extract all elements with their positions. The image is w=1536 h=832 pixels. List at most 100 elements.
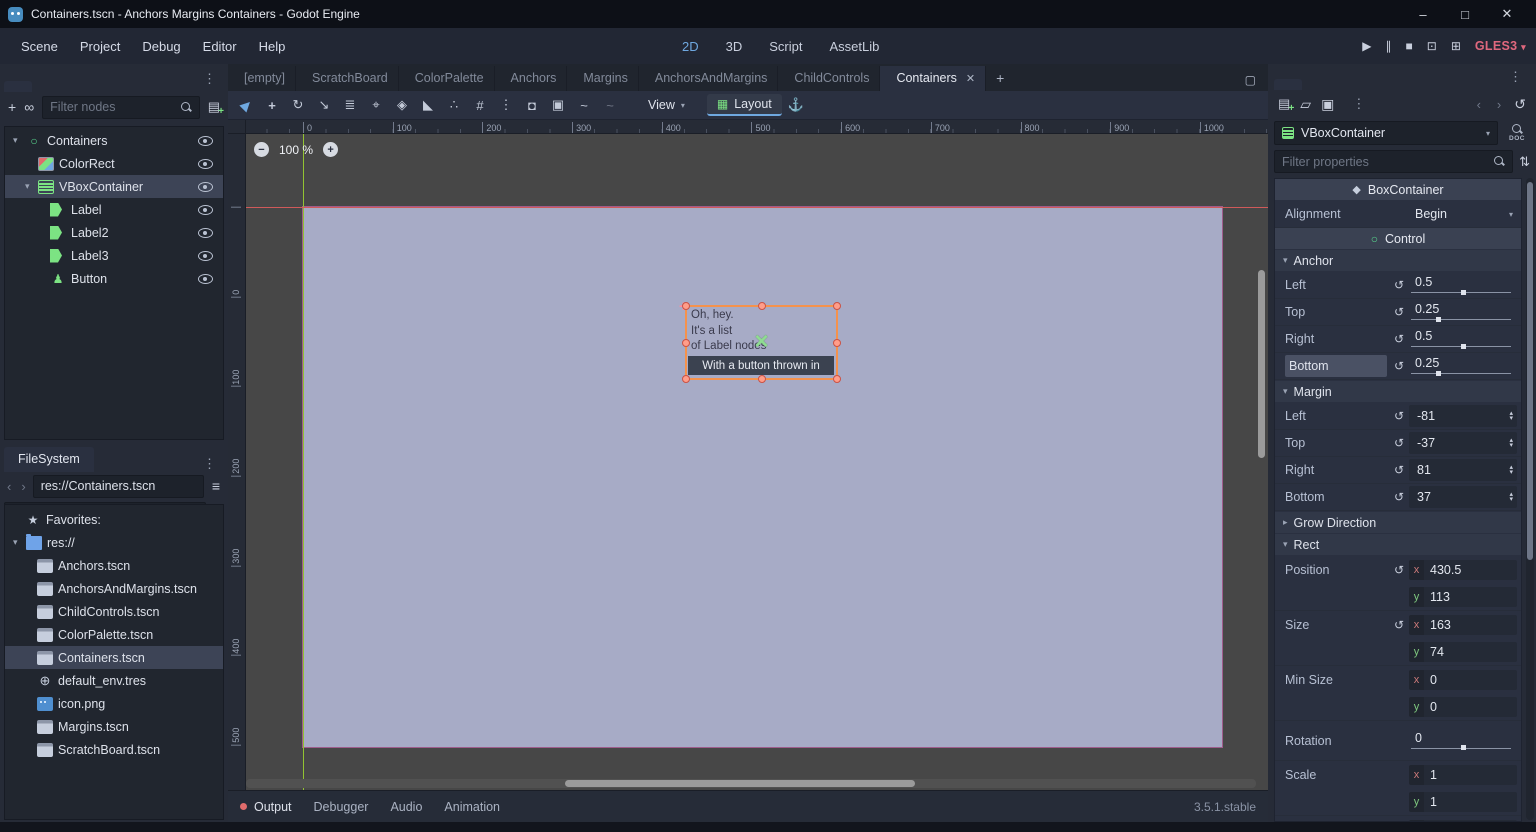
history-back-icon[interactable]: ‹ (4, 479, 14, 494)
new-scene-tab-icon[interactable]: + (986, 65, 1014, 91)
size-y-value[interactable]: 74 (1424, 642, 1517, 662)
revert-icon[interactable]: ↺ (1389, 436, 1409, 450)
load-resource-folder-icon[interactable]: ▱ (1300, 96, 1311, 113)
move-tool-icon[interactable]: + (260, 93, 284, 117)
close-tab-icon[interactable]: ✕ (966, 72, 975, 85)
select-tool-icon[interactable]: ▶ (229, 88, 263, 122)
value-slider[interactable] (1411, 346, 1511, 347)
scale-tool-icon[interactable]: ↘ (312, 93, 336, 117)
position-y-value[interactable]: 113 (1424, 587, 1517, 607)
visibility-eye-icon[interactable] (198, 251, 213, 261)
property-value[interactable]: -81 (1417, 409, 1509, 423)
selected-node-bounds[interactable]: + Oh, hey. It's a list of Label nodes × … (685, 305, 838, 380)
scale-y-value[interactable]: 1 (1424, 792, 1517, 812)
resize-handle[interactable] (833, 339, 841, 347)
context-button[interactable]: AssetLib (815, 34, 888, 59)
alignment-dropdown[interactable]: Begin ▾ (1409, 207, 1517, 221)
visibility-eye-icon[interactable] (198, 182, 213, 192)
resize-handle[interactable] (682, 375, 690, 383)
revert-icon[interactable]: ↺ (1389, 556, 1409, 610)
file-row[interactable]: icon.png (5, 692, 223, 715)
value-slider[interactable] (1411, 373, 1511, 374)
res-root-row[interactable]: ▾ res:// (5, 531, 223, 554)
open-docs-button[interactable]: DOC (1504, 121, 1530, 145)
revert-icon[interactable]: ↺ (1389, 611, 1409, 665)
visibility-eye-icon[interactable] (198, 159, 213, 169)
property-field[interactable]: 37 ▴▾ (1409, 486, 1517, 508)
maximize-button[interactable]: □ (1444, 1, 1486, 27)
new-resource-icon[interactable]: ▤ (1278, 96, 1290, 112)
ruler-tool-icon[interactable]: ◣ (416, 93, 440, 117)
position-x-value[interactable]: 430.5 (1424, 560, 1517, 580)
expand-chevron-icon[interactable]: ▾ (13, 135, 26, 146)
rotate-tool-icon[interactable]: ↻ (286, 93, 310, 117)
lock-object-icon[interactable]: ◘ (520, 93, 544, 117)
history-icon[interactable]: ↺ (1514, 96, 1526, 113)
property-value[interactable]: 0.25 (1415, 302, 1439, 316)
property-field[interactable]: 0.25 (1409, 354, 1517, 378)
dock-tab[interactable] (1274, 79, 1302, 90)
menu-item[interactable]: Debug (131, 33, 191, 60)
scene-tree-row[interactable]: ColorRect (5, 152, 223, 175)
file-row[interactable]: ColorPalette.tscn (5, 623, 223, 646)
anchor-icon[interactable]: ⚓ (784, 93, 808, 117)
revert-icon[interactable]: ↺ (1389, 332, 1409, 346)
menu-item[interactable]: Editor (192, 33, 248, 60)
zoom-out-button[interactable]: − (254, 142, 269, 157)
scene-tab[interactable]: Margins ✕ (567, 66, 638, 91)
close-button[interactable]: ✕ (1486, 1, 1528, 27)
context-button[interactable]: 3D (712, 34, 752, 59)
revert-icon[interactable]: ↺ (1389, 278, 1409, 292)
size-x-value[interactable]: 163 (1424, 615, 1517, 635)
group-object-icon[interactable]: ▣ (546, 93, 570, 117)
value-slider[interactable] (1411, 319, 1511, 320)
property-field[interactable]: 81 ▴▾ (1409, 459, 1517, 481)
play-custom-scene-button[interactable]: ⊞ (1451, 39, 1461, 53)
resize-handle[interactable] (833, 302, 841, 310)
scene-tab[interactable]: [empty] ✕ (228, 66, 296, 91)
scene-tab[interactable]: ScratchBoard ✕ (296, 66, 399, 91)
scene-tab[interactable]: ColorPalette ✕ (399, 66, 495, 91)
zoom-in-button[interactable]: + (323, 142, 338, 157)
bottom-panel-tab[interactable]: Animation (433, 800, 511, 814)
menu-item[interactable]: Scene (10, 33, 69, 60)
pan-tool-icon[interactable]: ◈ (390, 93, 414, 117)
pause-button[interactable]: ∥ (1386, 39, 1392, 53)
canvas-hscrollbar[interactable] (246, 779, 1256, 788)
resize-handle[interactable] (758, 302, 766, 310)
scrollbar-thumb[interactable] (1527, 182, 1533, 560)
edited-node-dropdown[interactable]: VBoxContainer ▾ (1274, 121, 1498, 145)
current-path[interactable]: res://Containers.tscn (33, 475, 204, 498)
section-anchor[interactable]: ▾Anchor (1275, 250, 1521, 271)
value-slider[interactable] (1411, 292, 1511, 293)
view-menu-button[interactable]: View ▾ (638, 95, 695, 115)
property-field[interactable]: 0.5 (1409, 327, 1517, 351)
property-field[interactable]: -81 ▴▾ (1409, 405, 1517, 427)
stop-button[interactable]: ■ (1406, 39, 1413, 53)
dock-menu-icon[interactable]: ⋮ (1501, 69, 1530, 85)
property-field[interactable]: -37 ▴▾ (1409, 432, 1517, 454)
rotation-value[interactable]: 0 (1415, 731, 1422, 745)
visibility-eye-icon[interactable] (198, 274, 213, 284)
minimize-button[interactable]: – (1402, 1, 1444, 27)
scene-tab[interactable]: ChildControls ✕ (778, 66, 880, 91)
revert-icon[interactable]: ↺ (1389, 409, 1409, 423)
property-value[interactable]: 0.5 (1415, 275, 1432, 289)
expand-chevron-icon[interactable]: ▾ (25, 181, 38, 192)
file-row[interactable]: Containers.tscn (5, 646, 223, 669)
property-value[interactable]: 0.5 (1415, 329, 1432, 343)
snap-options-icon[interactable]: ⋮ (494, 93, 518, 117)
scene-tree-row[interactable]: ▾ VBoxContainer (5, 175, 223, 198)
scene-tree-row[interactable]: ▾ Containers (5, 129, 223, 152)
property-field[interactable]: 0.5 (1409, 273, 1517, 297)
resource-options-icon[interactable]: ⋮ (1344, 96, 1373, 112)
revert-icon[interactable]: ↺ (1389, 359, 1409, 373)
hscrollbar-thumb[interactable] (565, 780, 915, 787)
file-row[interactable]: AnchorsAndMargins.tscn (5, 577, 223, 600)
scene-tree-row[interactable]: Label2 (5, 221, 223, 244)
min-size-x-value[interactable]: 0 (1424, 670, 1517, 690)
property-field[interactable]: 0.25 (1409, 300, 1517, 324)
dock-menu-icon[interactable]: ⋮ (195, 71, 224, 87)
history-back-icon[interactable]: ‹ (1474, 97, 1484, 112)
smart-snap-icon[interactable]: ∴ (442, 93, 466, 117)
